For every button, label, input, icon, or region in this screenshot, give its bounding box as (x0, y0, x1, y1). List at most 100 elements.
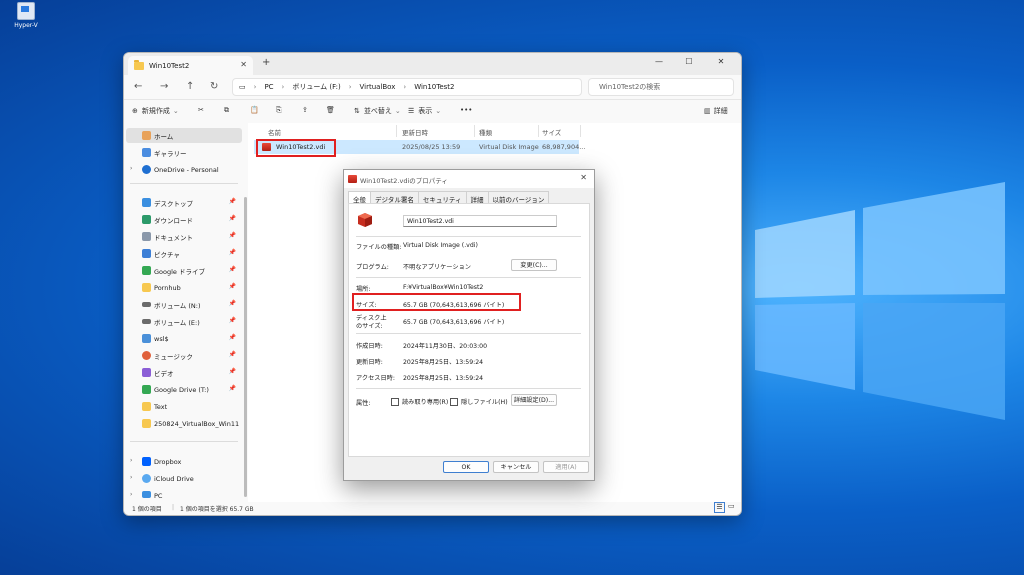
column-header-name[interactable]: 名前 (268, 127, 281, 137)
tab-previous-versions[interactable]: 以前のバージョン (487, 191, 550, 204)
back-icon[interactable]: ← (134, 81, 142, 92)
nav-pictures[interactable]: ピクチャ 📌 (126, 246, 242, 261)
properties-dialog: Win10Test2.vdiのプロパティ ✕ 全般 デジタル署名 セキュリティ … (343, 169, 595, 481)
more-button[interactable]: ••• (460, 106, 472, 114)
view-button[interactable]: ☰ 表示 ⌄ (408, 106, 441, 116)
pin-icon[interactable]: 📌 (229, 351, 236, 358)
close-window-button[interactable]: ✕ (706, 53, 736, 71)
breadcrumb-virtualbox[interactable]: VirtualBox (360, 83, 396, 91)
nav-volume-n[interactable]: ボリューム (N:) 📌 (126, 297, 242, 312)
dropbox-icon (142, 457, 151, 466)
tab-win10test2[interactable]: Win10Test2 ✕ (128, 56, 253, 75)
change-button[interactable]: 変更(C)... (511, 259, 557, 271)
dialog-title: Win10Test2.vdiのプロパティ (360, 177, 448, 185)
pin-icon[interactable]: 📌 (229, 266, 236, 273)
details-button[interactable]: ▥ 詳細 (704, 106, 728, 116)
breadcrumb-volume[interactable]: ボリューム (F:) (292, 82, 340, 92)
music-icon (142, 351, 151, 360)
delete-icon[interactable]: 🗑 (326, 106, 335, 114)
close-icon[interactable]: ✕ (580, 173, 587, 182)
up-icon[interactable]: ↑ (186, 81, 194, 92)
breadcrumb-pc[interactable]: PC (264, 83, 273, 91)
checkbox-icon[interactable] (450, 398, 458, 406)
chevron-right-icon[interactable]: › (130, 474, 132, 481)
pin-icon[interactable]: 📌 (229, 368, 236, 375)
accessed-label: アクセス日時: (356, 375, 395, 382)
tab-security[interactable]: セキュリティ (417, 191, 467, 204)
nav-documents[interactable]: ドキュメント 📌 (126, 229, 242, 244)
nav-folder-virtualbox-win11[interactable]: 250824_VirtualBox_Win11 (126, 416, 242, 431)
sort-button[interactable]: ⇅ 並べ替え ⌄ (354, 106, 401, 116)
pin-icon[interactable]: 📌 (229, 198, 236, 205)
tab-digital-signature[interactable]: デジタル署名 (370, 191, 419, 204)
nav-desktop[interactable]: デスクトップ 📌 (126, 195, 242, 210)
nav-google-drive[interactable]: Google ドライブ 📌 (126, 263, 242, 278)
tiles-view-icon[interactable]: ▭ (728, 502, 735, 510)
chevron-right-icon[interactable]: › (130, 165, 132, 172)
nav-google-drive-t[interactable]: Google Drive (T:) 📌 (126, 382, 242, 397)
nav-scrollbar[interactable] (244, 197, 247, 497)
nav-music[interactable]: ミュージック 📌 (126, 348, 242, 363)
nav-pc[interactable]: › PC (126, 488, 242, 503)
column-header-modified[interactable]: 更新日時 (402, 127, 428, 137)
pin-icon[interactable]: 📌 (229, 385, 236, 392)
highlight-box-size (352, 293, 521, 311)
nav-wsl[interactable]: wsl$ 📌 (126, 331, 242, 346)
address-bar-row: ← → ↑ ↻ ▭ › PC › ボリューム (F:) › VirtualBox… (124, 75, 741, 99)
maximize-button[interactable]: ☐ (674, 53, 704, 71)
pin-icon[interactable]: 📌 (229, 283, 236, 290)
nav-folder-pornhub[interactable]: Pornhub 📌 (126, 280, 242, 295)
nav-videos[interactable]: ビデオ 📌 (126, 365, 242, 380)
chevron-right-icon[interactable]: › (130, 457, 132, 464)
filename-field[interactable]: Win10Test2.vdi (403, 215, 557, 227)
pin-icon[interactable]: 📌 (229, 232, 236, 239)
pin-icon[interactable]: 📌 (229, 317, 236, 324)
desktop-icon (142, 198, 151, 207)
pin-icon[interactable]: 📌 (229, 334, 236, 341)
new-button[interactable]: ⊕ 新規作成 ⌄ (132, 106, 179, 116)
pin-icon[interactable]: 📌 (229, 300, 236, 307)
hidden-checkbox[interactable]: 隠しファイル(H) (450, 397, 508, 406)
nav-icloud[interactable]: › iCloud Drive (126, 471, 242, 486)
windows-logo (755, 182, 1005, 420)
nav-home[interactable]: ホーム (126, 128, 242, 143)
pin-icon[interactable]: 📌 (229, 215, 236, 222)
column-header-type[interactable]: 種類 (479, 127, 492, 137)
google-drive-icon (142, 385, 151, 394)
address-bar[interactable]: ▭ › PC › ボリューム (F:) › VirtualBox › Win10… (232, 78, 582, 96)
nav-onedrive[interactable]: › OneDrive - Personal (126, 162, 242, 177)
details-view-icon[interactable]: ☰ (714, 502, 725, 513)
rename-icon[interactable]: ⎘ (276, 106, 282, 115)
refresh-icon[interactable]: ↻ (210, 81, 218, 92)
ok-button[interactable]: OK (443, 461, 489, 473)
video-icon (142, 368, 151, 377)
cut-icon[interactable]: ✂ (198, 106, 204, 114)
close-tab-icon[interactable]: ✕ (240, 60, 247, 69)
paste-icon[interactable]: 📋 (250, 106, 259, 114)
apply-button[interactable]: 適用(A) (543, 461, 589, 473)
nav-gallery[interactable]: ギャラリー (126, 145, 242, 160)
pin-icon[interactable]: 📌 (229, 249, 236, 256)
folder-icon (134, 59, 144, 70)
checkbox-icon[interactable] (391, 398, 399, 406)
column-header-size[interactable]: サイズ (542, 127, 561, 137)
minimize-button[interactable]: — (644, 53, 674, 71)
advanced-button[interactable]: 詳細設定(D)... (511, 394, 557, 406)
tab-general[interactable]: 全般 (348, 191, 371, 204)
tab-details[interactable]: 詳細 (465, 191, 489, 204)
nav-downloads[interactable]: ダウンロード 📌 (126, 212, 242, 227)
forward-icon[interactable]: → (160, 81, 168, 92)
new-tab-button[interactable]: + (262, 57, 270, 68)
nav-folder-text[interactable]: Text (126, 399, 242, 414)
program-value: 不明なアプリケーション (403, 264, 471, 271)
share-icon[interactable]: ⇪ (302, 106, 308, 114)
desktop-icon-hyperv[interactable]: Hyper-V (8, 2, 44, 29)
chevron-right-icon[interactable]: › (130, 491, 132, 498)
nav-dropbox[interactable]: › Dropbox (126, 454, 242, 469)
copy-icon[interactable]: ⧉ (224, 106, 229, 115)
cancel-button[interactable]: キャンセル (493, 461, 539, 473)
nav-volume-e[interactable]: ボリューム (E:) 📌 (126, 314, 242, 329)
breadcrumb-win10test2[interactable]: Win10Test2 (414, 83, 454, 91)
readonly-checkbox[interactable]: 読み取り専用(R) (391, 397, 448, 406)
search-input[interactable]: Win10Test2の検索 (588, 78, 734, 96)
